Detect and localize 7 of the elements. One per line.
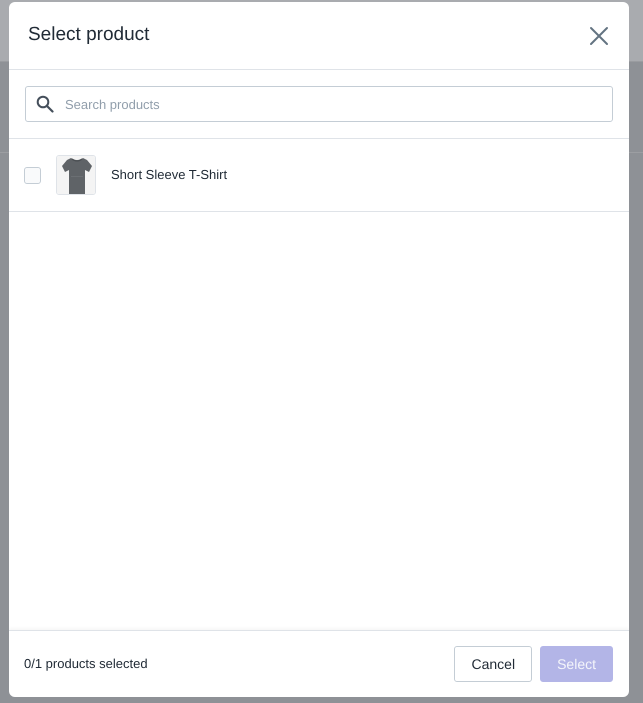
cancel-button[interactable]: Cancel xyxy=(454,646,532,682)
product-checkbox[interactable] xyxy=(24,166,41,184)
selection-count: 0/1 products selected xyxy=(24,655,148,674)
search-field[interactable]: Search products xyxy=(25,86,613,122)
modal-title: Select product xyxy=(28,24,150,47)
product-name: Short Sleeve T-Shirt xyxy=(111,166,228,184)
close-icon xyxy=(589,26,609,46)
